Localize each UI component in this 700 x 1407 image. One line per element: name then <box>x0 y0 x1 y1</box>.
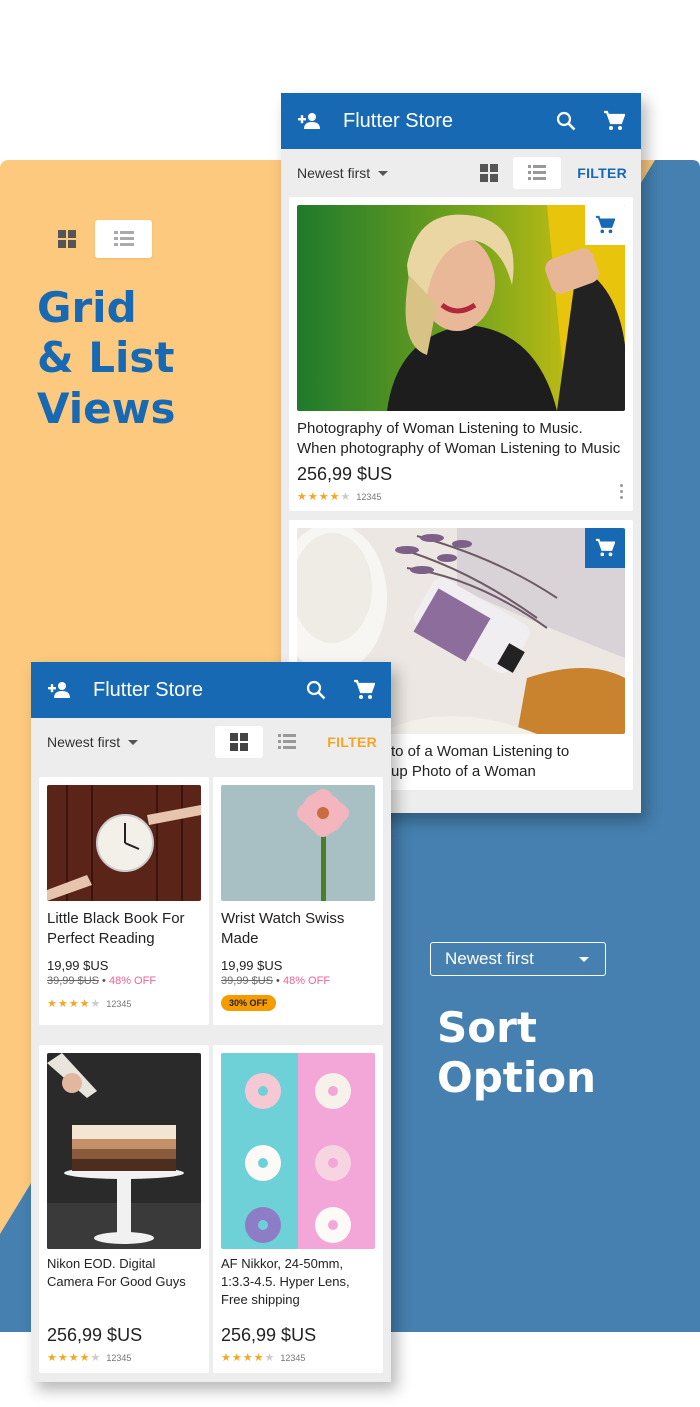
product-title: Little Black Book For Perfect Reading <box>47 910 185 947</box>
add-to-cart-button[interactable] <box>585 528 625 568</box>
grid-view-icon <box>57 230 76 248</box>
grid-view-button[interactable] <box>215 726 264 758</box>
star-rating: ★★★★★ <box>297 491 352 503</box>
app-bar: Flutter Store <box>281 93 641 149</box>
product-image-cake <box>47 1053 201 1249</box>
cart-icon[interactable] <box>601 108 627 134</box>
grid-view-button[interactable] <box>465 157 513 189</box>
promo-grid-list-heading: Grid & List Views <box>37 283 277 434</box>
promo-heading-line: Option <box>437 1053 596 1103</box>
price-discount-row: 39,99 $US • 48% OFF <box>221 975 375 987</box>
promo-sort-value: Newest first <box>445 949 534 968</box>
filter-button[interactable]: FILTER <box>577 165 627 181</box>
product-card[interactable]: Wrist Watch Swiss Made 19,99 $US 39,99 $… <box>213 777 383 1025</box>
sort-dropdown[interactable]: Newest first <box>297 165 370 181</box>
old-price: 39,99 $US <box>47 975 99 987</box>
product-image-woman-music <box>297 205 625 411</box>
promo-list-view-button <box>95 220 152 258</box>
review-count: 12345 <box>280 1352 306 1363</box>
product-price: 256,99 $US <box>297 464 393 484</box>
price-discount-row: 39,99 $US • 48% OFF <box>47 975 201 987</box>
discount-badge: 30% OFF <box>221 995 276 1011</box>
rating-row: ★★★★★ 12345 <box>47 997 201 1010</box>
product-image-clock <box>47 785 201 901</box>
product-price: 19,99 $US <box>221 958 283 973</box>
product-grid: Little Black Book For Perfect Reading 19… <box>31 777 391 1373</box>
separator: • <box>276 975 280 987</box>
list-view-icon <box>528 165 547 180</box>
caret-down-icon[interactable] <box>378 170 389 176</box>
product-title: AF Nikkor, 24-50mm, 1:3.3-4.5. Hyper Len… <box>221 1256 350 1307</box>
grid-view-icon <box>480 164 499 182</box>
rating-row: ★★★★★ 12345 <box>221 1351 375 1364</box>
cart-icon[interactable] <box>351 677 377 703</box>
caret-down-icon[interactable] <box>128 739 139 745</box>
person-add-icon[interactable] <box>47 677 73 703</box>
product-card[interactable]: Photography of Woman Listening to Music.… <box>289 197 633 511</box>
search-icon[interactable] <box>303 677 329 703</box>
sort-dropdown[interactable]: Newest first <box>47 734 120 750</box>
product-title-line: to of a Woman Listening to <box>391 743 570 760</box>
product-price: 256,99 $US <box>221 1325 317 1345</box>
add-to-cart-button[interactable] <box>585 205 625 245</box>
promo-heading-line: Grid <box>37 283 137 332</box>
promo-heading-line: Views <box>37 383 176 433</box>
rating-row: ★★★★★ 12345 <box>297 490 625 503</box>
promo-view-toggle <box>38 220 152 258</box>
rating-row: ★★★★★ 12345 <box>47 1351 201 1364</box>
list-view-button[interactable] <box>263 726 311 758</box>
app-bar: Flutter Store <box>31 662 391 718</box>
cart-icon <box>595 538 615 557</box>
product-title: Nikon EOD. Digital Camera For Good Guys <box>47 1256 186 1289</box>
list-view-icon <box>113 231 134 246</box>
app-title: Flutter Store <box>93 678 204 701</box>
search-icon[interactable] <box>553 108 579 134</box>
product-card[interactable]: AF Nikkor, 24-50mm, 1:3.3-4.5. Hyper Len… <box>213 1045 383 1373</box>
caret-down-icon <box>579 956 589 962</box>
product-image-flower <box>221 785 375 901</box>
review-count: 12345 <box>106 998 132 1009</box>
separator: • <box>102 975 106 987</box>
phone-grid-view: Flutter Store Newest first FILTER Little… <box>31 662 391 1382</box>
review-count: 12345 <box>106 1352 132 1363</box>
product-card[interactable]: Nikon EOD. Digital Camera For Good Guys … <box>39 1045 209 1373</box>
review-count: 12345 <box>356 491 382 502</box>
product-title: Photography of Woman Listening to Music.… <box>297 420 621 457</box>
person-add-icon[interactable] <box>297 108 323 134</box>
app-title: Flutter Store <box>343 109 454 132</box>
promo-sort-dropdown: Newest first <box>430 942 606 976</box>
sort-bar: Newest first FILTER <box>31 718 391 766</box>
discount-label: 48% OFF <box>282 975 331 987</box>
more-vert-icon[interactable] <box>620 484 623 499</box>
filter-button[interactable]: FILTER <box>327 734 377 750</box>
sort-bar: Newest first FILTER <box>281 149 641 197</box>
promo-grid-view-button <box>38 220 95 258</box>
product-title: Wrist Watch Swiss Made <box>221 910 345 947</box>
list-view-button[interactable] <box>513 157 562 189</box>
product-image-donuts <box>221 1053 375 1249</box>
promo-heading-line: Sort <box>437 1003 537 1052</box>
old-price: 39,99 $US <box>221 975 273 987</box>
grid-view-icon <box>230 733 249 751</box>
star-rating: ★★★★★ <box>47 1352 102 1364</box>
product-price: 256,99 $US <box>47 1325 143 1345</box>
star-rating: ★★★★★ <box>221 1352 276 1364</box>
cart-icon <box>595 215 615 234</box>
list-view-icon <box>278 734 297 749</box>
star-rating: ★★★★★ <box>47 998 102 1010</box>
product-card[interactable]: Little Black Book For Perfect Reading 19… <box>39 777 209 1025</box>
discount-label: 48% OFF <box>108 975 157 987</box>
product-title-line: up Photo of a Woman <box>391 763 536 780</box>
promo-sort-heading: Sort Option <box>437 1003 687 1104</box>
product-price: 19,99 $US <box>47 958 109 973</box>
promo-heading-line: & List <box>37 333 175 383</box>
